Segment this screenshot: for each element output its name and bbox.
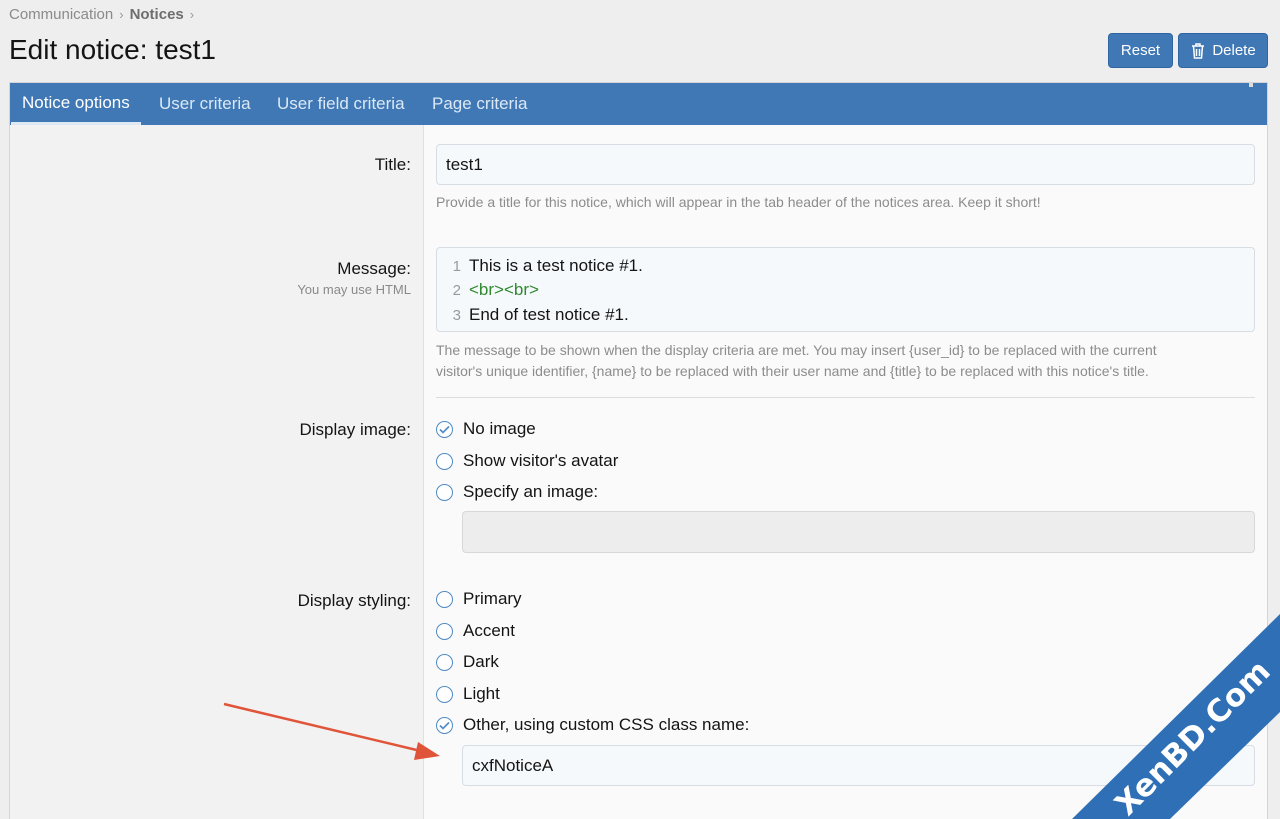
message-help-line-1: The message to be shown when the display… <box>436 342 1157 358</box>
radio-label: Light <box>463 684 500 703</box>
tab-bar: Notice options User criteria User field … <box>10 83 1267 125</box>
radio-light[interactable]: Light <box>436 684 500 704</box>
page-title: Edit notice: test1 <box>9 34 217 65</box>
radio-unchecked-icon <box>436 685 453 703</box>
trash-icon <box>1190 42 1206 60</box>
radio-other-custom-class[interactable]: Other, using custom CSS class name: <box>436 715 749 735</box>
message-hint: You may use HTML <box>297 282 411 297</box>
message-help-line-2: visitor's unique identifier, {name} to b… <box>436 363 1149 379</box>
delete-button[interactable]: Delete <box>1178 33 1268 68</box>
radio-show-avatar[interactable]: Show visitor's avatar <box>436 451 618 471</box>
reset-button-label: Reset <box>1120 42 1161 59</box>
radio-dark[interactable]: Dark <box>436 652 499 672</box>
breadcrumb-notices[interactable]: Notices <box>130 6 184 23</box>
reset-button[interactable]: Reset <box>1108 33 1173 68</box>
code-line: 2 <br><br> <box>437 278 539 302</box>
code-text: End of test notice #1. <box>469 305 629 324</box>
section-divider <box>436 397 1255 398</box>
radio-label: Dark <box>463 652 499 671</box>
message-label: Message: <box>337 259 411 278</box>
radio-unchecked-icon <box>436 653 453 671</box>
tabbar-corner-mark <box>1249 83 1253 87</box>
radio-accent[interactable]: Accent <box>436 621 515 641</box>
display-image-label: Display image: <box>299 420 412 439</box>
tab-user-field-criteria[interactable]: User field criteria <box>266 83 416 125</box>
radio-no-image[interactable]: No image <box>436 419 536 439</box>
title-label: Title: <box>374 155 411 174</box>
tab-user-criteria[interactable]: User criteria <box>148 83 262 125</box>
title-input[interactable]: test1 <box>436 144 1255 185</box>
tab-page-criteria[interactable]: Page criteria <box>421 83 538 125</box>
radio-unchecked-icon <box>436 590 453 608</box>
display-styling-label: Display styling: <box>297 591 411 610</box>
breadcrumb-communication[interactable]: Communication <box>9 6 113 23</box>
notice-edit-panel: Notice options User criteria User field … <box>9 82 1268 819</box>
radio-unchecked-icon <box>436 483 453 501</box>
radio-checked-icon <box>436 716 453 734</box>
radio-label: No image <box>463 419 536 438</box>
radio-unchecked-icon <box>436 452 453 470</box>
breadcrumb: Communication › Notices › <box>9 6 194 23</box>
delete-button-label: Delete <box>1212 42 1256 59</box>
image-url-input[interactable] <box>462 511 1255 553</box>
custom-css-class-input[interactable]: cxfNoticeA <box>462 745 1255 786</box>
tab-notice-options[interactable]: Notice options <box>11 83 141 125</box>
radio-label: Specify an image: <box>463 482 599 501</box>
code-text: <br><br> <box>469 280 539 299</box>
label-column <box>10 125 424 819</box>
code-text: This is a test notice #1. <box>469 256 643 275</box>
radio-label: Show visitor's avatar <box>463 451 619 470</box>
title-help: Provide a title for this notice, which w… <box>436 194 1041 210</box>
chevron-right-icon: › <box>189 7 195 22</box>
line-number: 1 <box>452 257 461 275</box>
radio-label: Accent <box>463 621 515 640</box>
code-line: 1 This is a test notice #1. <box>437 254 643 278</box>
code-line: 3 End of test notice #1. <box>437 303 629 327</box>
line-number: 2 <box>452 281 461 299</box>
line-number: 3 <box>452 306 461 324</box>
message-code-editor[interactable]: 1 This is a test notice #1. 2 <br><br> 3… <box>436 247 1255 332</box>
radio-label: Other, using custom CSS class name: <box>463 715 750 734</box>
radio-label: Primary <box>463 589 522 608</box>
radio-checked-icon <box>436 420 453 438</box>
radio-specify-image[interactable]: Specify an image: <box>436 482 598 502</box>
radio-unchecked-icon <box>436 622 453 640</box>
radio-primary[interactable]: Primary <box>436 589 522 609</box>
chevron-right-icon: › <box>119 7 124 22</box>
